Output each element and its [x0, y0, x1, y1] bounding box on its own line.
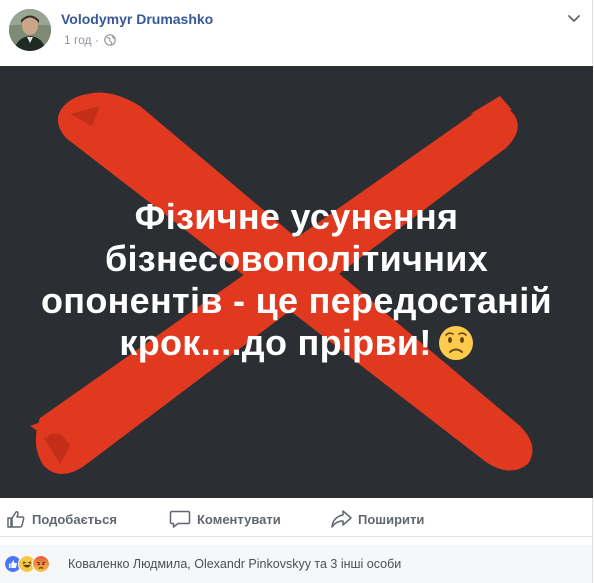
headline-line-3: опонентів - це передостаній [41, 280, 552, 321]
avatar[interactable] [9, 9, 51, 51]
headline-line-1: Фізичне усунення [134, 196, 459, 237]
like-label: Подобається [32, 511, 117, 527]
angry-reaction-icon[interactable] [32, 555, 50, 573]
thumbs-up-icon [7, 511, 25, 528]
chevron-down-icon[interactable] [566, 10, 582, 26]
worried-face-icon [438, 326, 473, 360]
comment-button[interactable]: Коментувати [169, 505, 281, 533]
comment-icon [169, 510, 191, 528]
post-time[interactable]: 1 год [64, 33, 92, 47]
reactions-bar: Коваленко Людмила, Olexandr Pinkovskyy т… [0, 545, 592, 583]
author-name[interactable]: Volodymyr Drumashko [61, 11, 213, 27]
globe-icon [104, 34, 117, 46]
image-headline: Фізичне усунення бізнесовополітичних опо… [0, 196, 593, 364]
meta-separator: · [94, 33, 99, 47]
post-meta: 1 год · [64, 33, 117, 47]
headline-line-4-text: крок....до прірви! [119, 322, 432, 363]
post-header: Volodymyr Drumashko 1 год · [0, 0, 592, 66]
like-button[interactable]: Подобається [6, 505, 117, 533]
share-icon [331, 510, 352, 528]
post-actions: Подобається Коментувати Поширити [0, 502, 592, 537]
post-image[interactable]: Фізичне усунення бізнесовополітичних опо… [0, 66, 593, 498]
reaction-icons[interactable] [4, 555, 64, 573]
share-label: Поширити [358, 511, 425, 527]
reaction-names[interactable]: Коваленко Людмила, Olexandr Pinkovskyy т… [68, 557, 401, 571]
post-card: Volodymyr Drumashko 1 год · Фізичне усун… [0, 0, 593, 583]
comment-label: Коментувати [197, 511, 281, 527]
headline-line-4: крок....до прірви! [0, 322, 593, 364]
share-button[interactable]: Поширити [330, 505, 424, 533]
headline-line-2: бізнесовополітичних [104, 238, 489, 279]
